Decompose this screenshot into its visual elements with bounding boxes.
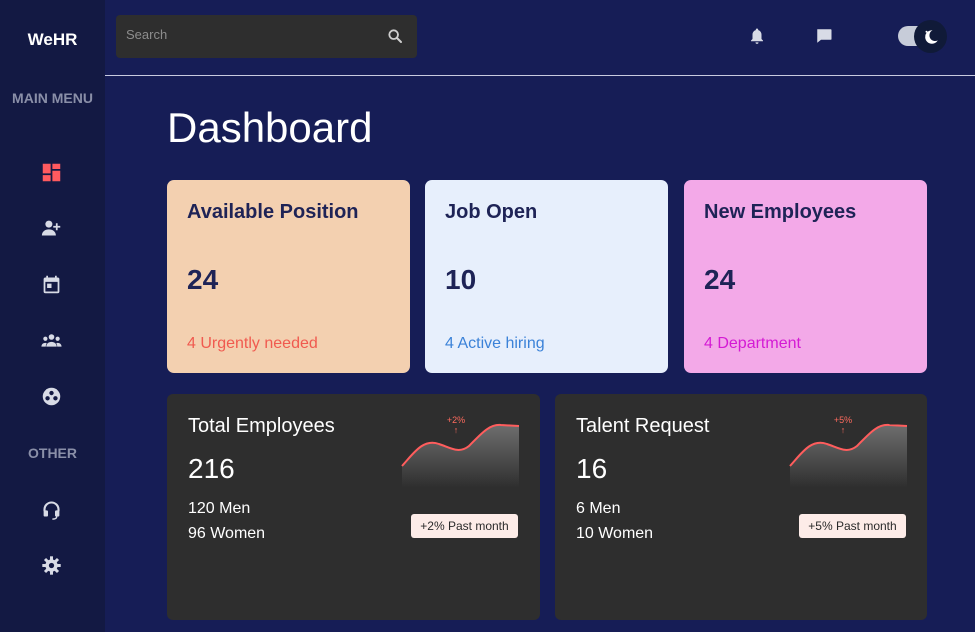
total-employees-card[interactable]: Total Employees 216 120 Men 96 Women +2%… <box>167 394 540 620</box>
card-value: 24 <box>704 264 736 295</box>
card-title: Total Employees <box>188 415 335 437</box>
card-note: 4 Active hiring <box>445 335 545 352</box>
card-title: Available Position <box>187 201 359 223</box>
job-open-card[interactable]: Job Open 10 4 Active hiring <box>425 180 668 373</box>
card-title: Job Open <box>445 201 538 223</box>
soccer-ball-icon[interactable] <box>40 385 62 407</box>
new-employees-card[interactable]: New Employees 24 4 Department <box>684 180 927 373</box>
arrow-up-icon: ↑ <box>840 425 846 435</box>
women-count: 96 Women <box>188 525 266 542</box>
men-count: 120 Men <box>188 500 251 517</box>
card-title: New Employees <box>704 201 857 223</box>
available-position-card[interactable]: Available Position 24 4 Urgently needed <box>167 180 410 373</box>
headset-icon[interactable] <box>40 498 62 520</box>
page-title: Dashboard <box>167 104 373 151</box>
bell-icon[interactable] <box>748 27 766 45</box>
card-value: 24 <box>187 264 219 295</box>
theme-toggle-knob[interactable] <box>914 20 947 53</box>
group-icon[interactable] <box>40 329 62 351</box>
trend-badge: +2% Past month <box>411 514 518 538</box>
chat-icon[interactable] <box>815 27 833 45</box>
women-count: 10 Women <box>576 525 654 542</box>
top-bar <box>105 0 975 76</box>
moon-icon <box>924 29 938 44</box>
card-value: 216 <box>188 453 235 484</box>
trend-percent: +5% ↑ <box>833 415 853 435</box>
trend-badge: +5% Past month <box>799 514 906 538</box>
sidebar: WeHR MAIN MENU OTHER <box>0 0 105 632</box>
card-note: 4 Urgently needed <box>187 335 318 352</box>
other-heading: OTHER <box>28 445 77 461</box>
trend-percent: +2% ↑ <box>446 415 466 435</box>
search-icon[interactable] <box>387 28 403 44</box>
arrow-up-icon: ↑ <box>453 425 459 435</box>
search-box[interactable] <box>116 15 417 58</box>
gear-icon[interactable] <box>40 554 62 576</box>
card-title: Talent Request <box>576 415 710 437</box>
men-count: 6 Men <box>576 500 621 517</box>
dashboard-icon[interactable] <box>40 161 62 183</box>
main-menu-heading: MAIN MENU <box>12 90 93 106</box>
calendar-icon[interactable] <box>40 273 62 295</box>
talent-request-card[interactable]: Talent Request 16 6 Men 10 Women +5% ↑ +5… <box>555 394 927 620</box>
search-input[interactable] <box>126 27 376 42</box>
app-logo[interactable]: WeHR <box>0 30 105 50</box>
card-value: 16 <box>576 453 608 484</box>
add-user-icon[interactable] <box>40 217 62 239</box>
card-value: 10 <box>445 264 477 295</box>
card-note: 4 Department <box>704 335 801 352</box>
